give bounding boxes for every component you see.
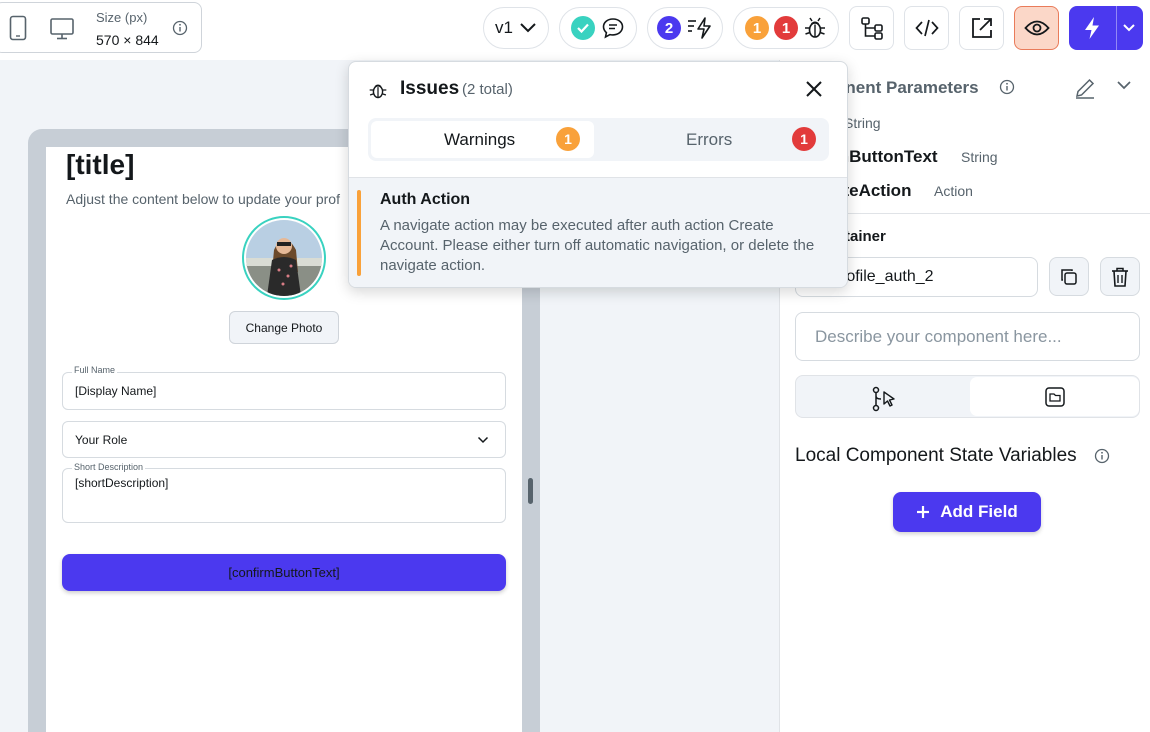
avatar-photo xyxy=(246,220,322,296)
external-link-icon xyxy=(970,16,994,40)
check-icon xyxy=(571,16,595,40)
plus-icon xyxy=(916,505,930,519)
short-description-value: [shortDescription] xyxy=(75,476,169,490)
param-type: String xyxy=(961,149,998,165)
page-title: [title] xyxy=(66,149,135,180)
interaction-icon[interactable] xyxy=(871,386,897,412)
component-parameters-title: onent Parameters xyxy=(835,78,979,97)
chevron-down-icon xyxy=(477,436,489,444)
edit-icon[interactable] xyxy=(1074,77,1096,99)
copy-icon xyxy=(1059,267,1079,287)
describe-placeholder: Describe your component here... xyxy=(815,327,1062,346)
lightning-list-icon xyxy=(687,17,713,39)
version-dropdown[interactable]: v1 xyxy=(483,7,549,49)
short-description-field[interactable]: [shortDescription] xyxy=(62,468,506,523)
tree-icon xyxy=(860,16,884,40)
device-size-panel: Size (px) 570 × 844 xyxy=(0,2,202,53)
short-description-label: Short Description xyxy=(72,462,146,472)
comments-icon xyxy=(601,17,625,39)
info-icon[interactable] xyxy=(999,79,1015,95)
duplicate-button[interactable] xyxy=(1049,257,1089,296)
bug-icon xyxy=(368,80,388,100)
resize-handle[interactable] xyxy=(528,478,533,504)
confirm-button[interactable]: [confirmButtonText] xyxy=(62,554,506,591)
bug-icon xyxy=(803,16,827,40)
state-variables-title: Local Component State Variables xyxy=(795,445,1077,466)
lightning-icon xyxy=(1083,16,1101,40)
folder-icon xyxy=(1044,386,1066,408)
chevron-down-icon[interactable] xyxy=(1116,80,1132,90)
phone-device-icon[interactable] xyxy=(9,15,27,41)
param-type: Action xyxy=(934,183,973,199)
issue-title: Auth Action xyxy=(380,191,471,208)
container-label: tainer xyxy=(845,228,886,245)
widget-tree-button[interactable] xyxy=(849,6,894,50)
role-value: Your Role xyxy=(75,433,128,447)
run-button[interactable] xyxy=(1069,6,1143,50)
avatar[interactable] xyxy=(242,216,326,300)
desktop-device-icon[interactable] xyxy=(50,18,74,40)
full-name-label: Full Name xyxy=(72,365,118,375)
preview-button[interactable] xyxy=(1014,6,1059,50)
size-label: Size (px) xyxy=(96,10,148,25)
page-subtitle: Adjust the content below to update your … xyxy=(66,191,340,207)
errors-count-badge: 1 xyxy=(774,16,798,40)
issue-item[interactable]: Auth Action A navigate action may be exe… xyxy=(349,177,847,287)
param-name: mButtonText xyxy=(834,147,938,166)
code-icon xyxy=(914,18,939,38)
issues-button[interactable]: 1 1 xyxy=(733,7,839,49)
eye-icon xyxy=(1023,19,1050,37)
tab-warnings-label: Warnings xyxy=(444,130,516,149)
version-label: v1 xyxy=(495,18,513,37)
component-name-value: rofile_auth_2 xyxy=(841,268,934,285)
tab-errors[interactable]: Errors 1 xyxy=(604,121,827,158)
view-code-button[interactable] xyxy=(904,6,949,50)
size-value[interactable]: 570 × 844 xyxy=(96,32,159,48)
param-type: String xyxy=(844,115,881,131)
tab-folder[interactable] xyxy=(970,377,1139,416)
close-icon[interactable] xyxy=(805,80,823,98)
issues-popup: Issues (2 total) Warnings 1 Errors 1 Aut… xyxy=(348,61,848,288)
describe-component-input[interactable]: Describe your component here... xyxy=(795,312,1140,361)
trash-icon xyxy=(1111,267,1129,287)
top-toolbar: Size (px) 570 × 844 v1 2 1 1 xyxy=(0,0,1150,60)
role-dropdown[interactable]: Your Role xyxy=(62,421,506,458)
tab-errors-label: Errors xyxy=(686,130,733,149)
delete-button[interactable] xyxy=(1100,257,1140,296)
issues-total: (2 total) xyxy=(462,81,513,98)
info-icon[interactable] xyxy=(172,20,188,36)
view-toggle xyxy=(795,375,1140,418)
warnings-count-badge: 1 xyxy=(556,127,580,151)
review-comments-button[interactable] xyxy=(559,7,637,49)
chevron-down-icon xyxy=(519,22,537,34)
tab-warnings[interactable]: Warnings 1 xyxy=(371,121,594,158)
issue-description: A navigate action may be executed after … xyxy=(380,217,815,274)
issues-tabs: Warnings 1 Errors 1 xyxy=(368,118,829,161)
agent-actions-button[interactable]: 2 xyxy=(647,7,723,49)
warning-indicator xyxy=(357,190,361,276)
warnings-count-badge: 1 xyxy=(745,16,769,40)
full-name-value: [Display Name] xyxy=(75,384,157,398)
issues-title: Issues xyxy=(400,78,460,99)
add-field-button[interactable]: Add Field xyxy=(893,492,1041,532)
chevron-down-icon[interactable] xyxy=(1122,23,1136,33)
change-photo-button[interactable]: Change Photo xyxy=(229,311,339,344)
add-field-label: Add Field xyxy=(940,502,1018,521)
agent-count-badge: 2 xyxy=(657,16,681,40)
info-icon[interactable] xyxy=(1094,448,1110,464)
errors-count-badge: 1 xyxy=(792,127,816,151)
open-external-button[interactable] xyxy=(959,6,1004,50)
full-name-field[interactable]: [Display Name] xyxy=(62,372,506,410)
